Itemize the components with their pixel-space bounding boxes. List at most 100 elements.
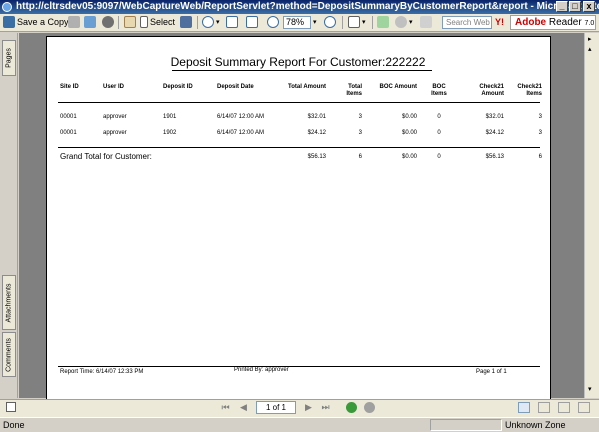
zoom-in-plus-icon[interactable] bbox=[324, 16, 336, 28]
table-cell: $0.00 bbox=[401, 130, 417, 136]
vertical-scrollbar[interactable]: ▸ ▴ ▾ bbox=[584, 33, 599, 398]
snapshot-icon[interactable] bbox=[180, 16, 192, 28]
grand-total-amount: $56.13 bbox=[307, 154, 326, 160]
table-cell: $32.01 bbox=[485, 114, 504, 120]
table-cell: 6/14/07 12:00 AM bbox=[217, 114, 265, 120]
page-number-field[interactable]: 1 of 1 bbox=[256, 401, 296, 414]
grand-total-boc-items: 0 bbox=[437, 154, 441, 160]
continuous-facing-icon[interactable] bbox=[578, 402, 590, 413]
report-time: Report Time: 6/14/07 12:33 PM bbox=[60, 369, 144, 375]
header-divider bbox=[58, 102, 540, 103]
grand-total-label: Grand Total for Customer: bbox=[60, 152, 152, 161]
toolbar-separator bbox=[197, 16, 198, 29]
table-cell: $24.12 bbox=[485, 130, 504, 136]
zoom-in-icon[interactable] bbox=[202, 16, 214, 28]
hand-tool-icon[interactable] bbox=[124, 16, 136, 28]
adobe-brand: Adobe bbox=[515, 17, 547, 28]
table-cell: 3 bbox=[358, 114, 362, 120]
previous-page-icon[interactable]: ◀ bbox=[238, 402, 249, 413]
grand-total-boc-amount: $0.00 bbox=[401, 154, 417, 160]
printed-by: Printed By: approver bbox=[234, 367, 289, 373]
table-cell: 1901 bbox=[163, 114, 177, 120]
tab-comments[interactable]: Comments bbox=[2, 332, 16, 377]
column-header: Deposit ID bbox=[163, 84, 193, 90]
table-cell: 00001 bbox=[60, 130, 77, 136]
grand-total-check21-amount: $56.13 bbox=[485, 154, 504, 160]
previous-view-icon[interactable] bbox=[346, 402, 357, 413]
table-cell: 0 bbox=[437, 114, 441, 120]
window-title-bar: http://cltrsdev05:9097/WebCaptureWeb/Rep… bbox=[0, 0, 599, 14]
yahoo-icon[interactable]: Y! bbox=[495, 15, 504, 30]
column-header: Deposit Date bbox=[217, 84, 254, 90]
table-cell: $24.12 bbox=[307, 130, 326, 136]
status-text: Done bbox=[3, 420, 25, 430]
maximize-button[interactable]: □ bbox=[569, 1, 581, 12]
find-icon[interactable] bbox=[102, 16, 114, 28]
rotate-dropdown-icon[interactable]: ▾ bbox=[362, 15, 366, 30]
page-number: Page 1 of 1 bbox=[476, 369, 507, 375]
internet-explorer-icon bbox=[2, 2, 12, 12]
select-tool-icon[interactable] bbox=[140, 16, 148, 28]
close-button[interactable]: x bbox=[583, 1, 595, 12]
fit-page-icon[interactable] bbox=[246, 16, 258, 28]
zoom-level-field[interactable]: 78% bbox=[283, 16, 311, 29]
next-view-icon[interactable] bbox=[364, 402, 375, 413]
table-cell: $0.00 bbox=[401, 114, 417, 120]
table-cell: 6/14/07 12:00 AM bbox=[217, 130, 265, 136]
table-cell: 3 bbox=[358, 130, 362, 136]
facing-icon[interactable] bbox=[558, 402, 570, 413]
table-cell: $32.01 bbox=[307, 114, 326, 120]
footer-divider bbox=[58, 366, 540, 367]
select-button[interactable]: Select bbox=[150, 15, 175, 30]
reader-version: 7.0 bbox=[584, 20, 595, 27]
scroll-up-arrow-icon[interactable]: ▴ bbox=[588, 45, 592, 53]
status-bar: Done Unknown Zone bbox=[0, 417, 599, 432]
continuous-icon[interactable] bbox=[538, 402, 550, 413]
grand-total-items: 6 bbox=[358, 154, 362, 160]
page-layout-icon[interactable] bbox=[6, 402, 16, 412]
status-panel bbox=[430, 419, 502, 431]
table-cell: 1902 bbox=[163, 130, 177, 136]
help-icon[interactable] bbox=[395, 16, 407, 28]
toolbar-separator bbox=[118, 16, 119, 29]
actual-size-icon[interactable] bbox=[226, 16, 238, 28]
print-icon[interactable] bbox=[68, 16, 80, 28]
tab-pages[interactable]: Pages bbox=[2, 40, 16, 76]
security-zone: Unknown Zone bbox=[505, 420, 566, 430]
total-divider bbox=[58, 147, 540, 148]
tab-comments-label: Comments bbox=[5, 337, 13, 372]
next-page-icon[interactable]: ▶ bbox=[303, 402, 314, 413]
email-icon[interactable] bbox=[84, 16, 96, 28]
save-icon[interactable] bbox=[3, 16, 15, 28]
table-cell: 3 bbox=[538, 130, 542, 136]
table-cell: approver bbox=[103, 114, 127, 120]
column-header: Total Items bbox=[346, 84, 362, 97]
rotate-view-icon[interactable] bbox=[348, 16, 360, 28]
scroll-down-arrow-icon[interactable]: ▾ bbox=[588, 385, 592, 393]
grand-total-check21-items: 6 bbox=[538, 154, 542, 160]
search-web-input[interactable]: Search Web bbox=[442, 16, 492, 29]
reader-text: Reader bbox=[548, 17, 582, 28]
single-page-icon[interactable] bbox=[518, 402, 530, 413]
first-page-icon[interactable]: ⏮ bbox=[220, 402, 231, 413]
column-header: Check21 Amount bbox=[479, 84, 504, 97]
minimize-button[interactable]: _ bbox=[556, 1, 568, 12]
save-copy-button[interactable]: Save a Copy bbox=[17, 15, 69, 30]
column-header: BOC Amount bbox=[379, 84, 417, 90]
sign-icon[interactable] bbox=[377, 16, 389, 28]
scroll-right-arrow-icon[interactable]: ▸ bbox=[588, 35, 592, 43]
help-dropdown-icon[interactable]: ▾ bbox=[409, 15, 413, 30]
column-header: Total Amount bbox=[288, 84, 326, 90]
table-cell: 3 bbox=[538, 114, 542, 120]
search-tool-icon[interactable] bbox=[420, 16, 432, 28]
column-header: BOC Items bbox=[431, 84, 447, 97]
tab-pages-label: Pages bbox=[5, 48, 13, 68]
zoom-dropdown-arrow-icon[interactable]: ▾ bbox=[216, 15, 220, 30]
table-cell: 0 bbox=[437, 130, 441, 136]
window-title: http://cltrsdev05:9097/WebCaptureWeb/Rep… bbox=[16, 1, 599, 12]
zoom-level-dropdown-icon[interactable]: ▾ bbox=[313, 15, 317, 30]
zoom-out-icon[interactable] bbox=[267, 16, 279, 28]
tab-attachments[interactable]: Attachments bbox=[2, 275, 16, 330]
adobe-reader-logo: Adobe Reader 7.0 bbox=[510, 15, 596, 30]
last-page-icon[interactable]: ⏭ bbox=[320, 402, 331, 413]
